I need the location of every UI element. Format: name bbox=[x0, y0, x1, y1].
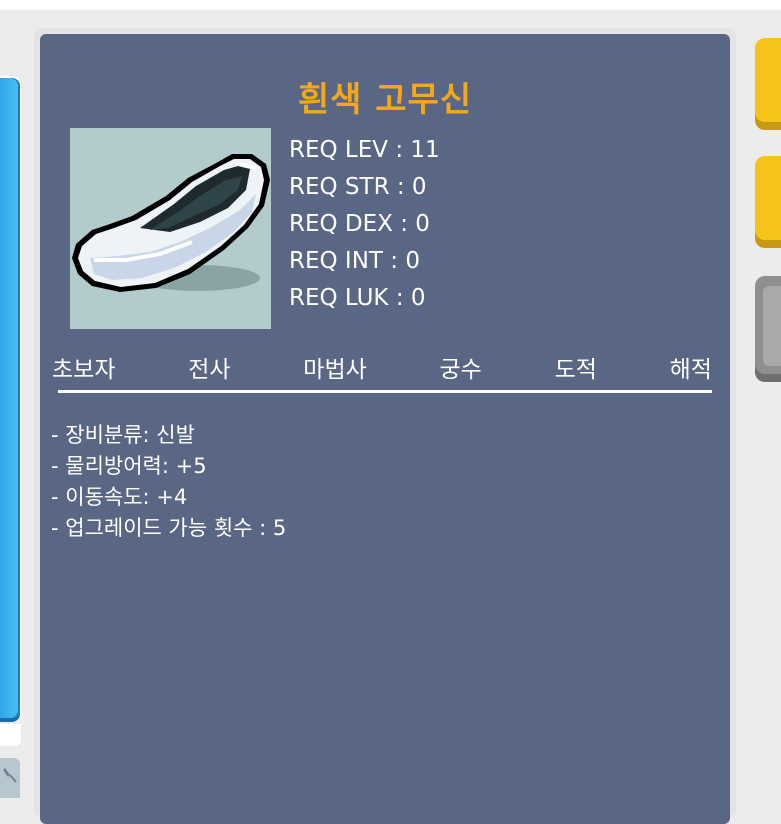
job-bowman: 궁수 bbox=[439, 357, 482, 383]
req-luk: REQ LUK : 0 bbox=[289, 285, 426, 311]
item-name: 흰색 고무신 bbox=[297, 80, 473, 120]
item-tooltip-panel: 흰색 고무신 REQ LEV : 11 REQ STR : 0 REQ DEX … bbox=[40, 34, 730, 824]
job-beginner: 초보자 bbox=[52, 357, 116, 383]
stat-category: - 장비분류: 신발 bbox=[51, 423, 195, 447]
divider bbox=[58, 390, 712, 393]
requirements-list: REQ LEV : 11 REQ STR : 0 REQ DEX : 0 REQ… bbox=[289, 132, 440, 317]
stat-defense: - 물리방어력: +5 bbox=[51, 454, 207, 478]
side-button-1[interactable] bbox=[755, 38, 781, 130]
stat-speed: - 이동속도: +4 bbox=[51, 485, 188, 509]
left-tool-button[interactable] bbox=[0, 758, 20, 798]
job-warrior: 전사 bbox=[188, 357, 231, 383]
stat-upgrade-slots: - 업그레이드 가능 횟수 : 5 bbox=[51, 516, 287, 540]
left-scrollbar[interactable] bbox=[0, 78, 20, 718]
job-magician: 마법사 bbox=[303, 357, 367, 383]
item-stats: - 장비분류: 신발 - 물리방어력: +5 - 이동속도: +4 - 업그레이… bbox=[51, 420, 286, 544]
job-list: 초보자 전사 마법사 궁수 도적 해적 bbox=[52, 350, 712, 384]
wrench-icon bbox=[3, 768, 17, 783]
side-button-3-face bbox=[763, 286, 781, 366]
white-rubber-shoe-icon bbox=[72, 154, 270, 292]
top-bar bbox=[0, 0, 781, 10]
job-thief: 도적 bbox=[554, 357, 597, 383]
side-button-3[interactable] bbox=[755, 276, 781, 382]
req-str: REQ STR : 0 bbox=[289, 174, 427, 200]
side-button-2[interactable] bbox=[755, 156, 781, 248]
item-icon-box bbox=[70, 128, 271, 329]
req-int: REQ INT : 0 bbox=[289, 248, 420, 274]
left-rail-cap bbox=[0, 724, 21, 746]
req-dex: REQ DEX : 0 bbox=[289, 211, 430, 237]
req-level: REQ LEV : 11 bbox=[289, 137, 440, 163]
job-pirate: 해적 bbox=[669, 357, 712, 383]
